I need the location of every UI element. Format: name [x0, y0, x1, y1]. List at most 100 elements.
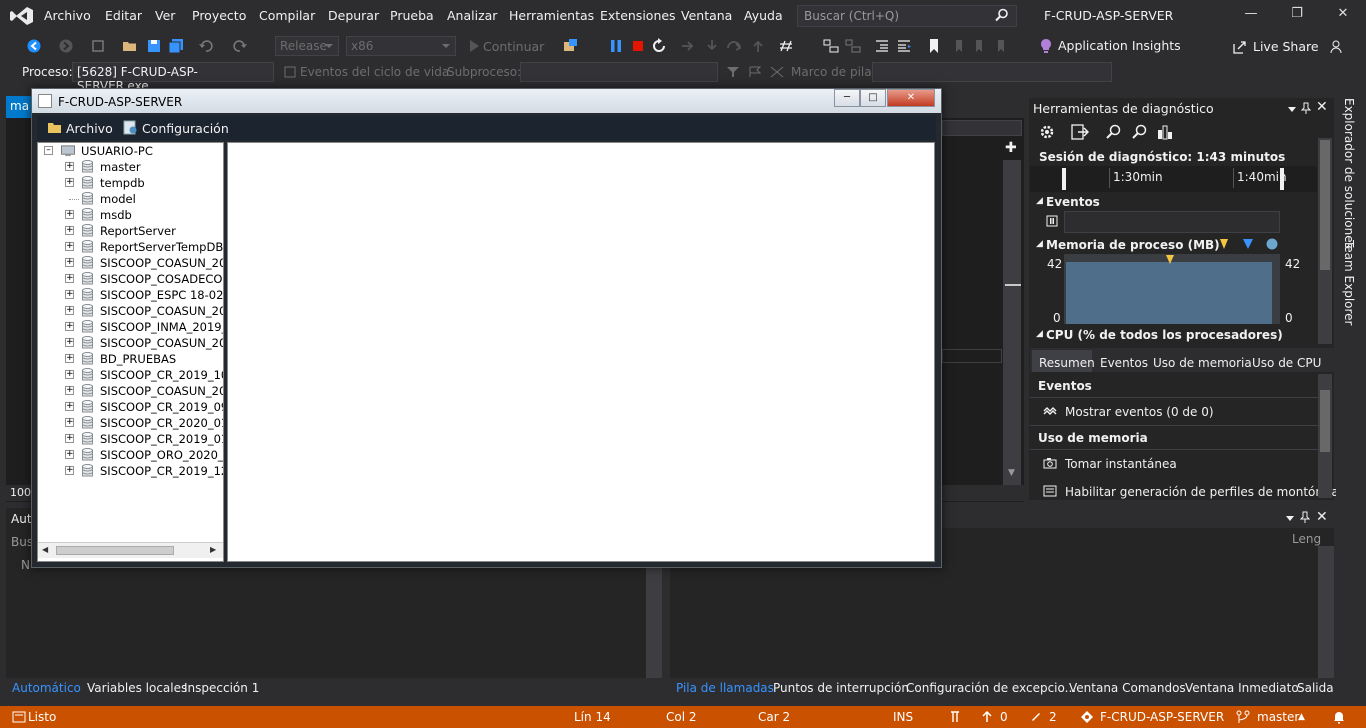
pause-events-icon[interactable] [1046, 215, 1058, 227]
expand-icon[interactable]: + [65, 242, 74, 251]
tree-database-node[interactable]: + SISCOOP_CR_2019_10_ [38, 367, 223, 383]
scroll-right-arrow-icon[interactable]: ▶ [210, 545, 216, 554]
tree-database-node[interactable]: model [38, 191, 223, 207]
redo-icon[interactable] [232, 38, 248, 54]
solution-platform-combo[interactable]: x86 [346, 36, 456, 56]
panel-menu-icon[interactable] [1285, 513, 1295, 523]
autos-search-input[interactable]: Bus [11, 535, 33, 549]
publish-icon[interactable] [948, 710, 962, 724]
tree-database-node[interactable]: + SISCOOP_COASUN_201 [38, 335, 223, 351]
up-arrow-icon[interactable] [982, 711, 992, 723]
team-explorer-tab[interactable]: Team Explorer [1342, 240, 1356, 326]
tree-database-node[interactable]: + ReportServer [38, 223, 223, 239]
zoom-out-icon[interactable] [1132, 124, 1148, 140]
pause-icon[interactable] [608, 38, 624, 54]
tree-database-node[interactable]: + SISCOOP_CR_2019_09_ [38, 399, 223, 415]
expand-icon[interactable]: + [65, 370, 74, 379]
menu-editar[interactable]: Editar [105, 8, 142, 23]
app-minimize-button[interactable]: ─ [834, 89, 860, 107]
app-maximize-button[interactable]: □ [860, 89, 886, 107]
close-button[interactable]: ✕ [1328, 6, 1358, 26]
menu-archivo[interactable]: Archivo [44, 8, 91, 23]
thread-flag-icon[interactable] [845, 38, 861, 54]
attach-process-icon[interactable] [563, 38, 579, 54]
live-share-icon[interactable] [1233, 40, 1247, 54]
search-icon[interactable] [995, 8, 1009, 22]
tab-salida[interactable]: Salida [1297, 681, 1334, 695]
settings-gear-icon[interactable] [1039, 124, 1055, 140]
branch-icon[interactable] [1236, 710, 1250, 724]
branch-name[interactable]: master [1257, 710, 1299, 724]
lifecycle-events-button[interactable]: Eventos del ciclo de vida [300, 65, 449, 79]
editor-scrollbar[interactable] [1003, 160, 1021, 485]
expand-icon[interactable]: + [65, 306, 74, 315]
tab-automatico[interactable]: Automático [12, 681, 81, 695]
content-pane[interactable] [227, 142, 935, 562]
indent-icon[interactable] [874, 38, 890, 54]
repository-icon[interactable] [1080, 710, 1094, 724]
stop-icon[interactable] [630, 38, 646, 54]
save-icon[interactable] [146, 38, 162, 54]
notifications-bell-icon[interactable] [1332, 710, 1346, 724]
scroll-left-arrow-icon[interactable]: ◀ [42, 545, 48, 554]
autos-scrollbar[interactable] [646, 560, 662, 678]
expand-icon[interactable]: + [65, 418, 74, 427]
expand-icon[interactable]: + [65, 338, 74, 347]
tree-database-node[interactable]: + SISCOOP_ORO_2020_0 [38, 447, 223, 463]
expand-icon[interactable]: + [65, 450, 74, 459]
expand-icon[interactable]: + [65, 386, 74, 395]
expand-icon[interactable]: + [65, 178, 74, 187]
stack-frame-combo[interactable] [872, 62, 1112, 82]
tab-active-document[interactable]: ma [6, 96, 34, 118]
expand-icon[interactable]: + [65, 258, 74, 267]
summary-scrollbar-thumb[interactable] [1320, 390, 1330, 452]
repository-name[interactable]: F-CRUD-ASP-SERVER [1100, 710, 1224, 724]
prev-bookmark-icon[interactable] [950, 38, 966, 54]
restart-icon[interactable] [651, 38, 667, 54]
tab-resumen[interactable]: Resumen [1039, 356, 1095, 370]
expand-icon[interactable]: + [65, 162, 74, 171]
step-out-icon[interactable] [750, 38, 766, 54]
tree-database-node[interactable]: + tempdb [38, 175, 223, 191]
timeline-handle-left[interactable] [1062, 168, 1066, 190]
menu-prueba[interactable]: Prueba [390, 8, 434, 23]
pending-changes-count[interactable]: 2 [1049, 710, 1057, 724]
thread-combo[interactable] [520, 62, 718, 82]
search-input[interactable]: Buscar (Ctrl+Q) [797, 5, 1017, 27]
minimize-button[interactable]: — [1236, 6, 1266, 26]
reset-view-icon[interactable] [1157, 124, 1173, 140]
take-snapshot-button[interactable]: Tomar instantánea [1065, 457, 1177, 471]
step-over-icon[interactable] [726, 38, 742, 54]
solution-config-combo[interactable]: Release [275, 36, 339, 56]
tab-variables-locales[interactable]: Variables locales [87, 681, 187, 695]
expand-icon[interactable]: + [65, 354, 74, 363]
feedback-icon[interactable] [1330, 39, 1346, 55]
tab-eventos[interactable]: Eventos [1100, 356, 1148, 370]
menu-proyecto[interactable]: Proyecto [192, 8, 246, 23]
branch-caret-icon[interactable]: ▲ [1298, 712, 1305, 722]
scroll-down-arrow-icon[interactable]: ▼ [1008, 468, 1015, 478]
tab-inspeccion-1[interactable]: Inspección 1 [184, 681, 259, 695]
tree-horizontal-scrollbar[interactable]: ◀ ▶ [38, 542, 223, 558]
collapse-triangle-icon[interactable]: ◢ [1036, 196, 1043, 206]
next-bookmark-icon[interactable] [972, 38, 988, 54]
expand-icon[interactable]: + [65, 226, 74, 235]
outdent-icon[interactable] [896, 38, 912, 54]
collapse-triangle-icon[interactable]: ◢ [1036, 239, 1043, 249]
live-share-button[interactable]: Live Share [1253, 39, 1319, 54]
pencil-icon[interactable] [1030, 710, 1042, 722]
expand-icon[interactable]: + [65, 210, 74, 219]
process-combo[interactable]: [5628] F-CRUD-ASP-SERVER.exe [72, 62, 274, 93]
menu-compilar[interactable]: Compilar [259, 8, 315, 23]
menu-depurar[interactable]: Depurar [328, 8, 379, 23]
diag-pin-icon[interactable] [1301, 102, 1311, 115]
close-panel-icon[interactable]: ✕ [1316, 509, 1328, 525]
tab-pila-de-llamadas[interactable]: Pila de llamadas [676, 681, 774, 695]
tree-database-node[interactable]: + SISCOOP_CR_2019_01_ [38, 431, 223, 447]
thread-icon[interactable] [823, 38, 839, 54]
bookmark-icon[interactable] [926, 38, 942, 54]
menu-herramientas[interactable]: Herramientas [509, 8, 594, 23]
open-folder-icon[interactable] [122, 38, 138, 54]
collapse-triangle-icon[interactable]: ◢ [1036, 329, 1043, 339]
tree-database-node[interactable]: + SISCOOP_ESPC 18-02-2 [38, 287, 223, 303]
